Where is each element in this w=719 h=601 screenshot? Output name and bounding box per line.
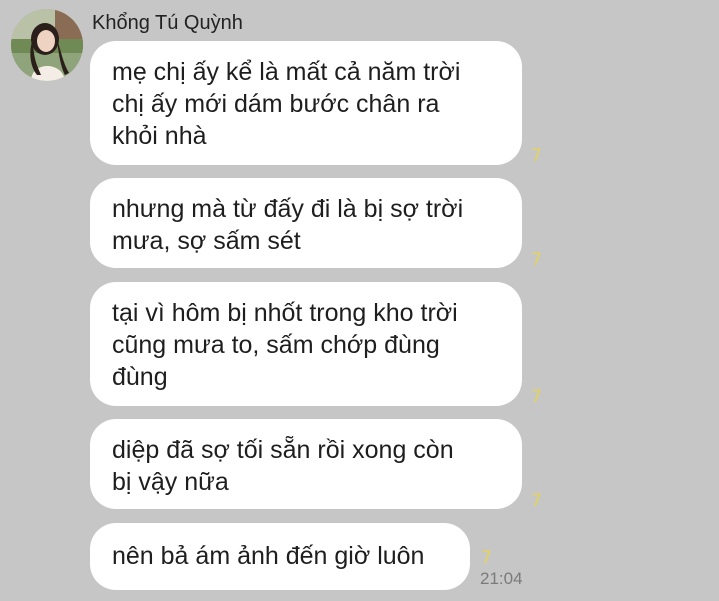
avatar-photo-icon bbox=[11, 9, 83, 81]
message-bubble[interactable]: nhưng mà từ đấy đi là bị sợ trời mưa, sợ… bbox=[90, 178, 522, 268]
read-count: 7 bbox=[531, 491, 542, 511]
sender-name: Khổng Tú Quỳnh bbox=[92, 12, 243, 34]
read-count: 7 bbox=[481, 548, 492, 568]
message-text: tại vì hôm bị nhốt trong kho trời cũng m… bbox=[112, 299, 458, 391]
read-count: 7 bbox=[531, 250, 542, 270]
message-timestamp: 21:04 bbox=[480, 569, 523, 588]
sender-avatar[interactable] bbox=[11, 9, 83, 81]
message-text: nhưng mà từ đấy đi là bị sợ trời mưa, sợ… bbox=[112, 195, 464, 255]
read-count: 7 bbox=[531, 146, 542, 166]
message-bubble[interactable]: mẹ chị ấy kể là mất cả năm trời chị ấy m… bbox=[90, 41, 522, 165]
message-text: diệp đã sợ tối sẵn rồi xong còn bị vậy n… bbox=[112, 436, 454, 496]
message-bubble[interactable]: nên bả ám ảnh đến giờ luôn bbox=[90, 523, 470, 590]
message-text: nên bả ám ảnh đến giờ luôn bbox=[112, 542, 425, 570]
message-bubble[interactable]: diệp đã sợ tối sẵn rồi xong còn bị vậy n… bbox=[90, 419, 522, 509]
message-bubble[interactable]: tại vì hôm bị nhốt trong kho trời cũng m… bbox=[90, 282, 522, 406]
message-text: mẹ chị ấy kể là mất cả năm trời chị ấy m… bbox=[112, 58, 461, 150]
read-count: 7 bbox=[531, 387, 542, 407]
